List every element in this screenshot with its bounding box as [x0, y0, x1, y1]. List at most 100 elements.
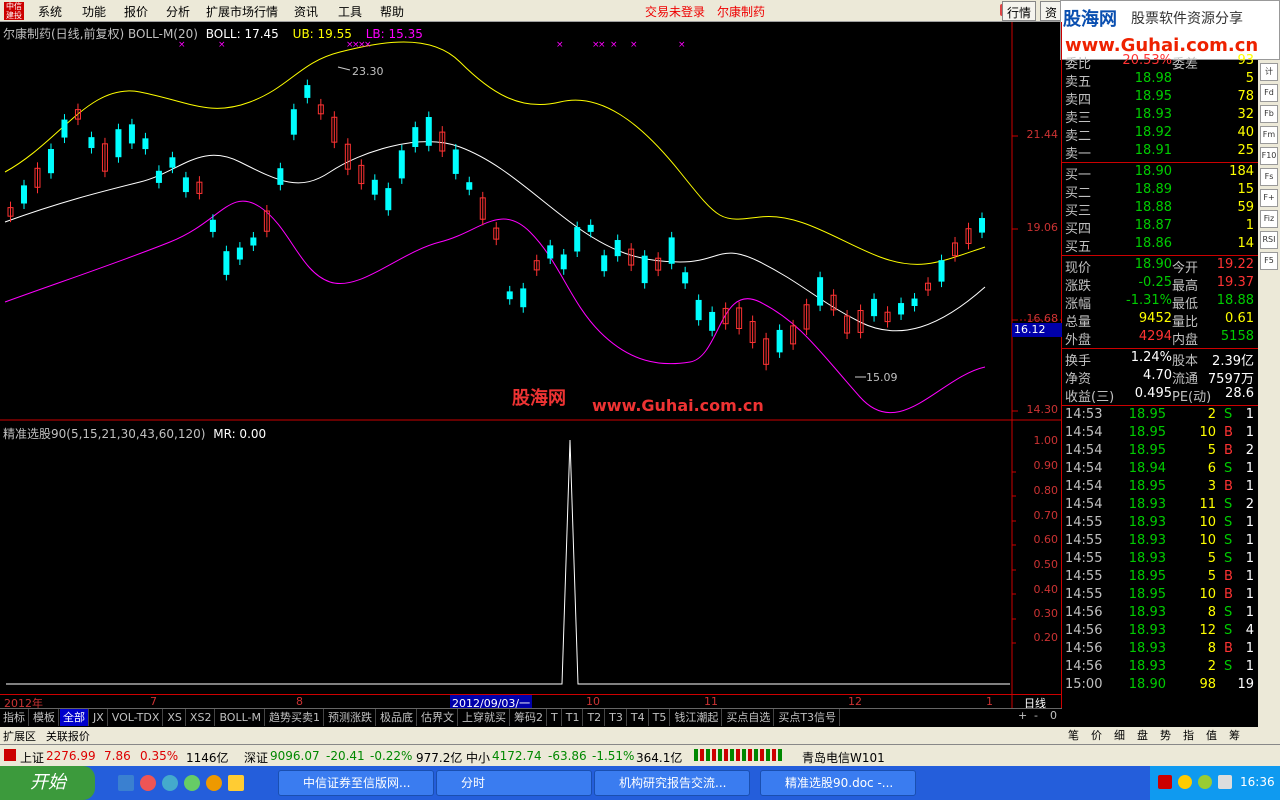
task-research-reports[interactable]: 机构研究报告交流...: [594, 770, 750, 796]
indicator-tab[interactable]: XS2: [186, 709, 216, 726]
panel-tab[interactable]: 盘: [1131, 727, 1154, 743]
tool-icon[interactable]: F10: [1260, 147, 1278, 165]
tick-time: 14:53: [1065, 407, 1103, 422]
zoom-out-button[interactable]: -: [1034, 709, 1038, 722]
indicator-tab[interactable]: 指标: [0, 709, 29, 726]
price[interactable]: 18.95: [1112, 89, 1172, 104]
indicator-tab[interactable]: 估界文: [418, 709, 458, 726]
indicator-tab[interactable]: T5: [649, 709, 671, 726]
menu-analysis[interactable]: 分析: [166, 3, 190, 20]
indicator-tab[interactable]: T1: [562, 709, 584, 726]
tray-icon[interactable]: [1198, 775, 1212, 789]
quote-row: 外盘 4294 内盘 5158: [1062, 329, 1258, 348]
tool-icon[interactable]: 计: [1260, 63, 1278, 81]
tool-icon[interactable]: Fiz: [1260, 210, 1278, 228]
zoom-in-button[interactable]: +: [1018, 709, 1027, 722]
zoom-reset-button[interactable]: 0: [1050, 709, 1057, 722]
tool-icon[interactable]: F+: [1260, 189, 1278, 207]
task-intraday[interactable]: 分时: [436, 770, 592, 796]
sub-tabs: 扩展区 关联报价: [0, 727, 1062, 744]
indicator-tab[interactable]: T3: [606, 709, 627, 726]
indicator-tab[interactable]: 买点自选: [723, 709, 775, 726]
tab-related-quotes[interactable]: 关联报价: [43, 727, 93, 745]
label: 换手: [1065, 354, 1092, 369]
menu-system[interactable]: 系统: [38, 3, 62, 20]
menu-info[interactable]: 资讯: [294, 3, 318, 20]
price[interactable]: 18.98: [1112, 71, 1172, 86]
tool-icon[interactable]: RSI: [1260, 231, 1278, 249]
panel-tab[interactable]: 指: [1177, 727, 1200, 743]
task-word-document[interactable]: 精准选股90.doc -...: [760, 770, 916, 796]
indicator-tab[interactable]: 预测涨跌: [325, 709, 376, 726]
candle-body: [61, 119, 68, 138]
indicator-tab[interactable]: 趋势买卖1: [266, 709, 324, 726]
sme-index-name[interactable]: 中小: [466, 749, 490, 766]
tool-icon[interactable]: Fs: [1260, 168, 1278, 186]
price[interactable]: 18.91: [1112, 143, 1172, 158]
sh-index-name[interactable]: 上证: [20, 749, 44, 766]
indicator-tab[interactable]: T4: [627, 709, 649, 726]
tab-extension-area[interactable]: 扩展区: [0, 727, 39, 745]
menu-quote[interactable]: 报价: [124, 3, 148, 20]
indicator-tab[interactable]: 钱江潮起: [671, 709, 723, 726]
tool-icon[interactable]: Fb: [1260, 105, 1278, 123]
indicator-tab[interactable]: XS: [164, 709, 186, 726]
panel-tab[interactable]: 值: [1200, 727, 1223, 743]
candle-body: [641, 255, 648, 284]
quote-row: 收益(三) 0.495 PE(动) 28.6: [1062, 386, 1258, 405]
app-icon[interactable]: [206, 775, 222, 791]
quicklaunch-icon[interactable]: [140, 775, 156, 791]
panel-tab[interactable]: 筹: [1223, 727, 1246, 743]
quote-button[interactable]: 行情: [1002, 1, 1037, 21]
panel-tab[interactable]: 势: [1154, 727, 1177, 743]
price[interactable]: 18.86: [1112, 236, 1172, 251]
tick-count: 1: [1245, 551, 1254, 566]
indicator-tab[interactable]: 模板: [30, 709, 59, 726]
tool-icon[interactable]: Fd: [1260, 84, 1278, 102]
tool-icon[interactable]: Fm: [1260, 126, 1278, 144]
tray-icon[interactable]: [1178, 775, 1192, 789]
show-desktop-icon[interactable]: [118, 775, 134, 791]
indicator-tab[interactable]: 筹码2: [511, 709, 547, 726]
menu-function[interactable]: 功能: [82, 3, 106, 20]
clock[interactable]: 16:36: [1240, 775, 1275, 789]
price[interactable]: 18.87: [1112, 218, 1172, 233]
price[interactable]: 18.88: [1112, 200, 1172, 215]
indicator-tab[interactable]: T2: [584, 709, 606, 726]
tick-price: 18.93: [1128, 659, 1166, 674]
browser-icon[interactable]: [184, 775, 200, 791]
sz-index-name[interactable]: 深证: [244, 749, 268, 766]
task-citic-securities[interactable]: 中信证券至信版网...: [278, 770, 434, 796]
value: 0.495: [1134, 386, 1172, 401]
folder-icon[interactable]: [228, 775, 244, 791]
indicator-tab[interactable]: BOLL-M: [216, 709, 265, 726]
indicator-tab[interactable]: 极品底: [377, 709, 417, 726]
kline-chart-area[interactable]: × × × × × × × × × × × × 尔康制药(日线,前复权) BOLL-M(20) BOL…: [0, 22, 1062, 711]
menu-help[interactable]: 帮助: [380, 3, 404, 20]
menu-tools[interactable]: 工具: [338, 3, 362, 20]
indicator-tab[interactable]: VOL-TDX: [108, 709, 164, 726]
price[interactable]: 18.89: [1112, 182, 1172, 197]
login-status[interactable]: 交易未登录: [645, 3, 705, 20]
start-button[interactable]: 开始: [0, 766, 95, 800]
indicator-tab[interactable]: JX: [90, 709, 108, 726]
volume-icon[interactable]: [1218, 775, 1232, 789]
panel-tab[interactable]: 细: [1108, 727, 1131, 743]
tool-icon[interactable]: F5: [1260, 252, 1278, 270]
chart-canvas[interactable]: × × ×××× × ×× × × ×: [0, 22, 1062, 708]
indicator-tab[interactable]: 上穿就买: [459, 709, 510, 726]
price[interactable]: 18.92: [1112, 125, 1172, 140]
info-button[interactable]: 资: [1040, 1, 1063, 21]
price[interactable]: 18.93: [1112, 107, 1172, 122]
ie-icon[interactable]: [162, 775, 178, 791]
panel-tab[interactable]: 笔: [1062, 727, 1085, 743]
indicator-tab[interactable]: 买点T3信号: [775, 709, 841, 726]
indicator-tab[interactable]: 全部: [60, 709, 89, 726]
price[interactable]: 18.90: [1112, 164, 1172, 179]
tick-price: 18.93: [1128, 533, 1166, 548]
menu-extended-market[interactable]: 扩展市场行情: [206, 3, 278, 20]
panel-tab[interactable]: 价: [1085, 727, 1108, 743]
tray-icon[interactable]: [1158, 775, 1172, 789]
news-ticker[interactable]: 青岛电信W101: [802, 749, 885, 766]
indicator-tab[interactable]: T: [548, 709, 562, 726]
